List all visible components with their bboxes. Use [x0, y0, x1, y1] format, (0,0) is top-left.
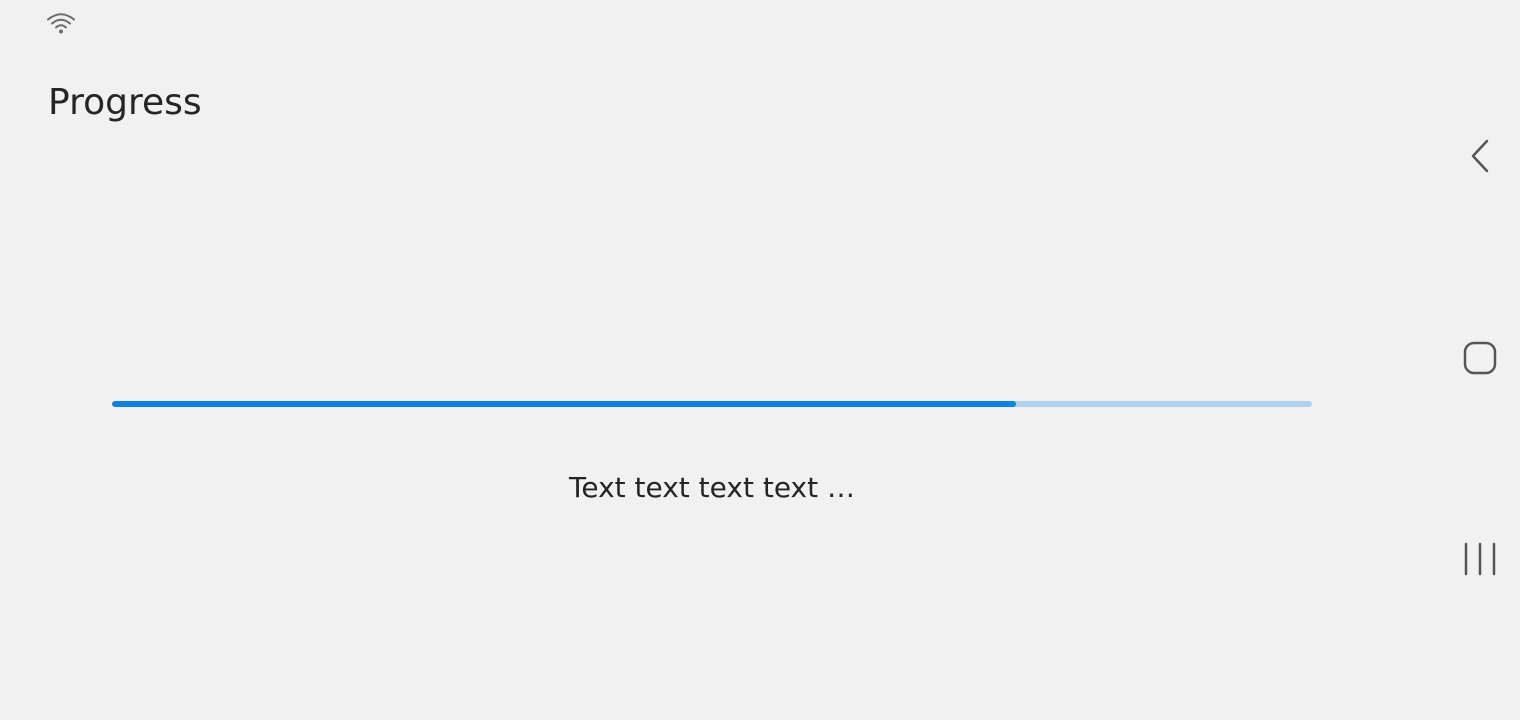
recents-button[interactable] [1448, 529, 1512, 593]
back-icon [1468, 138, 1492, 178]
progress-bar [112, 401, 1312, 407]
home-icon [1462, 340, 1498, 380]
home-button[interactable] [1448, 328, 1512, 392]
progress-bar-fill [112, 401, 1016, 407]
wifi-icon [46, 12, 76, 36]
status-bar [0, 0, 1440, 44]
back-button[interactable] [1448, 126, 1512, 190]
progress-caption: Text text text text … [568, 471, 855, 504]
navigation-bar [1440, 0, 1520, 720]
page-title: Progress [48, 82, 202, 123]
recents-icon [1462, 541, 1498, 581]
